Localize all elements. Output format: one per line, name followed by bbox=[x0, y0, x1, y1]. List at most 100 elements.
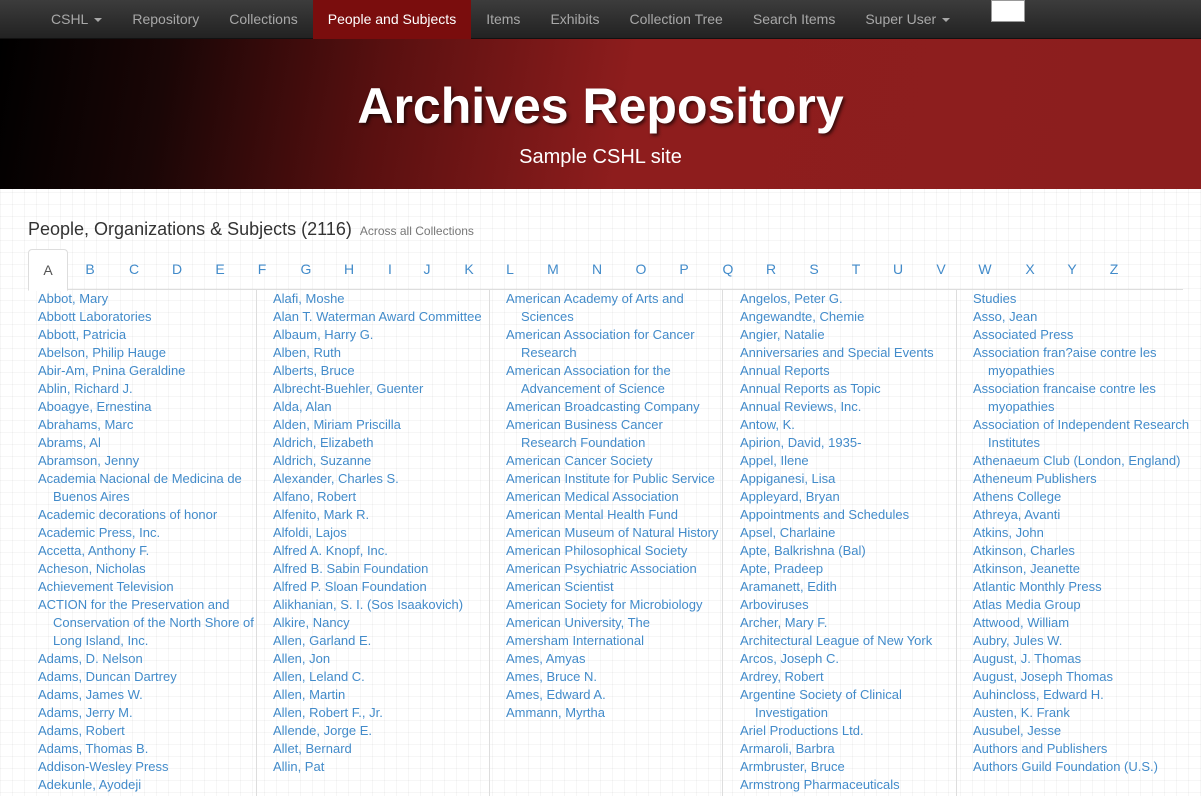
name-link[interactable]: Abir-Am, Pnina Geraldine bbox=[38, 362, 256, 380]
letter-tab-y[interactable]: Y bbox=[1052, 249, 1092, 290]
name-link[interactable]: Antow, K. bbox=[740, 416, 956, 434]
letter-tab-l[interactable]: L bbox=[490, 249, 530, 290]
name-link[interactable]: American Psychiatric Association bbox=[506, 560, 722, 578]
name-link[interactable]: Annual Reports bbox=[740, 362, 956, 380]
name-link[interactable]: Abrams, Al bbox=[38, 434, 256, 452]
name-link[interactable]: Appel, Ilene bbox=[740, 452, 956, 470]
name-link[interactable]: Armstrong Pharmaceuticals bbox=[740, 776, 956, 794]
name-link[interactable]: Amersham International bbox=[506, 632, 722, 650]
name-link[interactable]: Studies bbox=[973, 290, 1201, 308]
name-link[interactable]: Accetta, Anthony F. bbox=[38, 542, 256, 560]
name-link[interactable]: Abramson, Jenny bbox=[38, 452, 256, 470]
name-link[interactable]: Allin, Pat bbox=[273, 758, 489, 776]
name-link[interactable]: Auhincloss, Edward H. bbox=[973, 686, 1201, 704]
name-link[interactable]: Angelos, Peter G. bbox=[740, 290, 956, 308]
letter-tab-i[interactable]: I bbox=[370, 249, 410, 290]
name-link[interactable]: Aboagye, Ernestina bbox=[38, 398, 256, 416]
name-link[interactable]: Alfred B. Sabin Foundation bbox=[273, 560, 489, 578]
name-link[interactable]: Atheneum Publishers bbox=[973, 470, 1201, 488]
name-link[interactable]: American Business Cancer Research Founda… bbox=[506, 416, 722, 452]
name-link[interactable]: American Cancer Society bbox=[506, 452, 722, 470]
name-link[interactable]: Association of Independent Research Inst… bbox=[973, 416, 1201, 452]
letter-tab-s[interactable]: S bbox=[794, 249, 834, 290]
name-link[interactable]: Academic decorations of honor bbox=[38, 506, 256, 524]
name-link[interactable]: Appiganesi, Lisa bbox=[740, 470, 956, 488]
letter-tab-q[interactable]: Q bbox=[708, 249, 748, 290]
name-link[interactable]: Asso, Jean bbox=[973, 308, 1201, 326]
name-link[interactable]: Arcos, Joseph C. bbox=[740, 650, 956, 668]
name-link[interactable]: Abbott, Patricia bbox=[38, 326, 256, 344]
name-link[interactable]: Achievement Television bbox=[38, 578, 256, 596]
name-link[interactable]: Abbott Laboratories bbox=[38, 308, 256, 326]
letter-tab-o[interactable]: O bbox=[621, 249, 661, 290]
name-link[interactable]: Alkire, Nancy bbox=[273, 614, 489, 632]
name-link[interactable]: Alikhanian, S. I. (Sos Isaakovich) bbox=[273, 596, 489, 614]
name-link[interactable]: Albrecht-Buehler, Guenter bbox=[273, 380, 489, 398]
name-link[interactable]: American Scientist bbox=[506, 578, 722, 596]
name-link[interactable]: ACTION for the Preservation and Conserva… bbox=[38, 596, 256, 650]
name-link[interactable]: Attwood, William bbox=[973, 614, 1201, 632]
name-link[interactable]: Annual Reviews, Inc. bbox=[740, 398, 956, 416]
name-link[interactable]: American Academy of Arts and Sciences bbox=[506, 290, 722, 326]
nav-item-search-items[interactable]: Search Items bbox=[738, 0, 850, 39]
name-link[interactable]: Alberts, Bruce bbox=[273, 362, 489, 380]
name-link[interactable]: Athreya, Avanti bbox=[973, 506, 1201, 524]
name-link[interactable]: Addison-Wesley Press bbox=[38, 758, 256, 776]
name-link[interactable]: Acheson, Nicholas bbox=[38, 560, 256, 578]
name-link[interactable]: Alexander, Charles S. bbox=[273, 470, 489, 488]
name-link[interactable]: Arboviruses bbox=[740, 596, 956, 614]
name-link[interactable]: Ames, Amyas bbox=[506, 650, 722, 668]
letter-tab-g[interactable]: G bbox=[286, 249, 326, 290]
nav-item-super-user[interactable]: Super User bbox=[850, 0, 965, 39]
name-link[interactable]: Architectural League of New York bbox=[740, 632, 956, 650]
letter-tab-w[interactable]: W bbox=[965, 249, 1005, 290]
name-link[interactable]: American Institute for Public Service bbox=[506, 470, 722, 488]
name-link[interactable]: Angier, Natalie bbox=[740, 326, 956, 344]
name-link[interactable]: Adams, D. Nelson bbox=[38, 650, 256, 668]
name-link[interactable]: Ariel Productions Ltd. bbox=[740, 722, 956, 740]
name-link[interactable]: Ames, Bruce N. bbox=[506, 668, 722, 686]
name-link[interactable]: Anniversaries and Special Events bbox=[740, 344, 956, 362]
name-link[interactable]: Adams, Robert bbox=[38, 722, 256, 740]
letter-tab-x[interactable]: X bbox=[1010, 249, 1050, 290]
name-link[interactable]: Athens College bbox=[973, 488, 1201, 506]
letter-tab-e[interactable]: E bbox=[200, 249, 240, 290]
name-link[interactable]: Aubry, Jules W. bbox=[973, 632, 1201, 650]
name-link[interactable]: Adams, Thomas B. bbox=[38, 740, 256, 758]
name-link[interactable]: Association fran?aise contre les myopath… bbox=[973, 344, 1201, 380]
name-link[interactable]: Allen, Leland C. bbox=[273, 668, 489, 686]
name-link[interactable]: Aramanett, Edith bbox=[740, 578, 956, 596]
nav-item-people-and-subjects[interactable]: People and Subjects bbox=[312, 0, 472, 39]
letter-tab-v[interactable]: V bbox=[921, 249, 961, 290]
name-link[interactable]: Adams, Jerry M. bbox=[38, 704, 256, 722]
name-link[interactable]: Appleyard, Bryan bbox=[740, 488, 956, 506]
name-link[interactable]: Apte, Pradeep bbox=[740, 560, 956, 578]
name-link[interactable]: Alfoldi, Lajos bbox=[273, 524, 489, 542]
name-link[interactable]: American Society for Microbiology bbox=[506, 596, 722, 614]
name-link[interactable]: Apte, Balkrishna (Bal) bbox=[740, 542, 956, 560]
letter-tab-m[interactable]: M bbox=[533, 249, 573, 290]
name-link[interactable]: Archer, Mary F. bbox=[740, 614, 956, 632]
name-link[interactable]: Alfred A. Knopf, Inc. bbox=[273, 542, 489, 560]
name-link[interactable]: Albaum, Harry G. bbox=[273, 326, 489, 344]
name-link[interactable]: Appointments and Schedules bbox=[740, 506, 956, 524]
name-link[interactable]: Abrahams, Marc bbox=[38, 416, 256, 434]
nav-item-collection-tree[interactable]: Collection Tree bbox=[614, 0, 737, 39]
letter-tab-n[interactable]: N bbox=[577, 249, 617, 290]
name-link[interactable]: Abbot, Mary bbox=[38, 290, 256, 308]
letter-tab-u[interactable]: U bbox=[878, 249, 918, 290]
name-link[interactable]: Allende, Jorge E. bbox=[273, 722, 489, 740]
name-link[interactable]: Argentine Society of Clinical Investigat… bbox=[740, 686, 956, 722]
name-link[interactable]: American Philosophical Society bbox=[506, 542, 722, 560]
name-link[interactable]: Annual Reports as Topic bbox=[740, 380, 956, 398]
letter-tab-f[interactable]: F bbox=[242, 249, 282, 290]
letter-tab-r[interactable]: R bbox=[751, 249, 791, 290]
name-link[interactable]: Armbruster, Bruce bbox=[740, 758, 956, 776]
nav-item-exhibits[interactable]: Exhibits bbox=[535, 0, 614, 39]
name-link[interactable]: Alben, Ruth bbox=[273, 344, 489, 362]
letter-tab-z[interactable]: Z bbox=[1094, 249, 1134, 290]
name-link[interactable]: Abelson, Philip Hauge bbox=[38, 344, 256, 362]
name-link[interactable]: Ames, Edward A. bbox=[506, 686, 722, 704]
name-link[interactable]: August, Joseph Thomas bbox=[973, 668, 1201, 686]
name-link[interactable]: Allen, Martin bbox=[273, 686, 489, 704]
